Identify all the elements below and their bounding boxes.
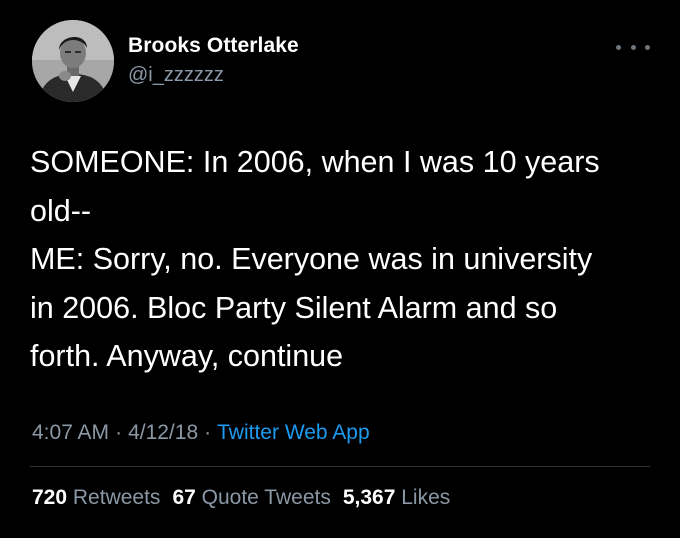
tweet-meta: 4:07 AM · 4/12/18 · Twitter Web App [32,421,370,445]
tweet-line: old-- [30,193,92,228]
dot [616,44,621,50]
more-options-icon[interactable] [616,40,650,54]
retweets-stat[interactable]: 720 Retweets [32,486,160,509]
tweet-line: in 2006. Bloc Party Silent Alarm and so [30,290,558,325]
likes-stat[interactable]: 5,367 Likes [343,486,450,509]
likes-count: 5,367 [342,486,396,509]
tweet-time[interactable]: 4:07 AM [32,421,109,444]
divider [30,466,650,467]
tweet-text: SOMEONE: In 2006, when I was 10 years ol… [30,138,660,381]
tweet-date[interactable]: 4/12/18 [128,421,198,444]
quote-tweets-stat[interactable]: 67 Quote Tweets [172,486,330,509]
retweets-count: 720 [32,486,68,509]
dot [645,44,650,50]
tweet-line: SOMEONE: In 2006, when I was 10 years [30,145,600,179]
dot [630,44,636,50]
tweet-stats: 720 Retweets 67 Quote Tweets 5,367 Likes [32,486,450,510]
avatar-photo [32,20,114,102]
meta-separator: · [204,421,212,444]
tweet-card: Brooks Otterlake @i_zzzzzz SOMEONE: In 2… [0,0,680,538]
retweets-label: Retweets [72,486,161,509]
tweet-line: ME: Sorry, no. Everyone was in universit… [30,242,593,276]
meta-separator: · [115,421,123,444]
author-name[interactable]: Brooks Otterlake [128,34,299,58]
quote-tweets-count: 67 [172,486,196,509]
tweet-line: forth. Anyway, continue [30,339,344,373]
author-handle[interactable]: @i_zzzzzz [128,64,224,87]
likes-label: Likes [401,486,451,509]
quote-tweets-label: Quote Tweets [201,486,331,509]
tweet-source-link[interactable]: Twitter Web App [217,421,370,444]
avatar[interactable] [32,20,114,102]
